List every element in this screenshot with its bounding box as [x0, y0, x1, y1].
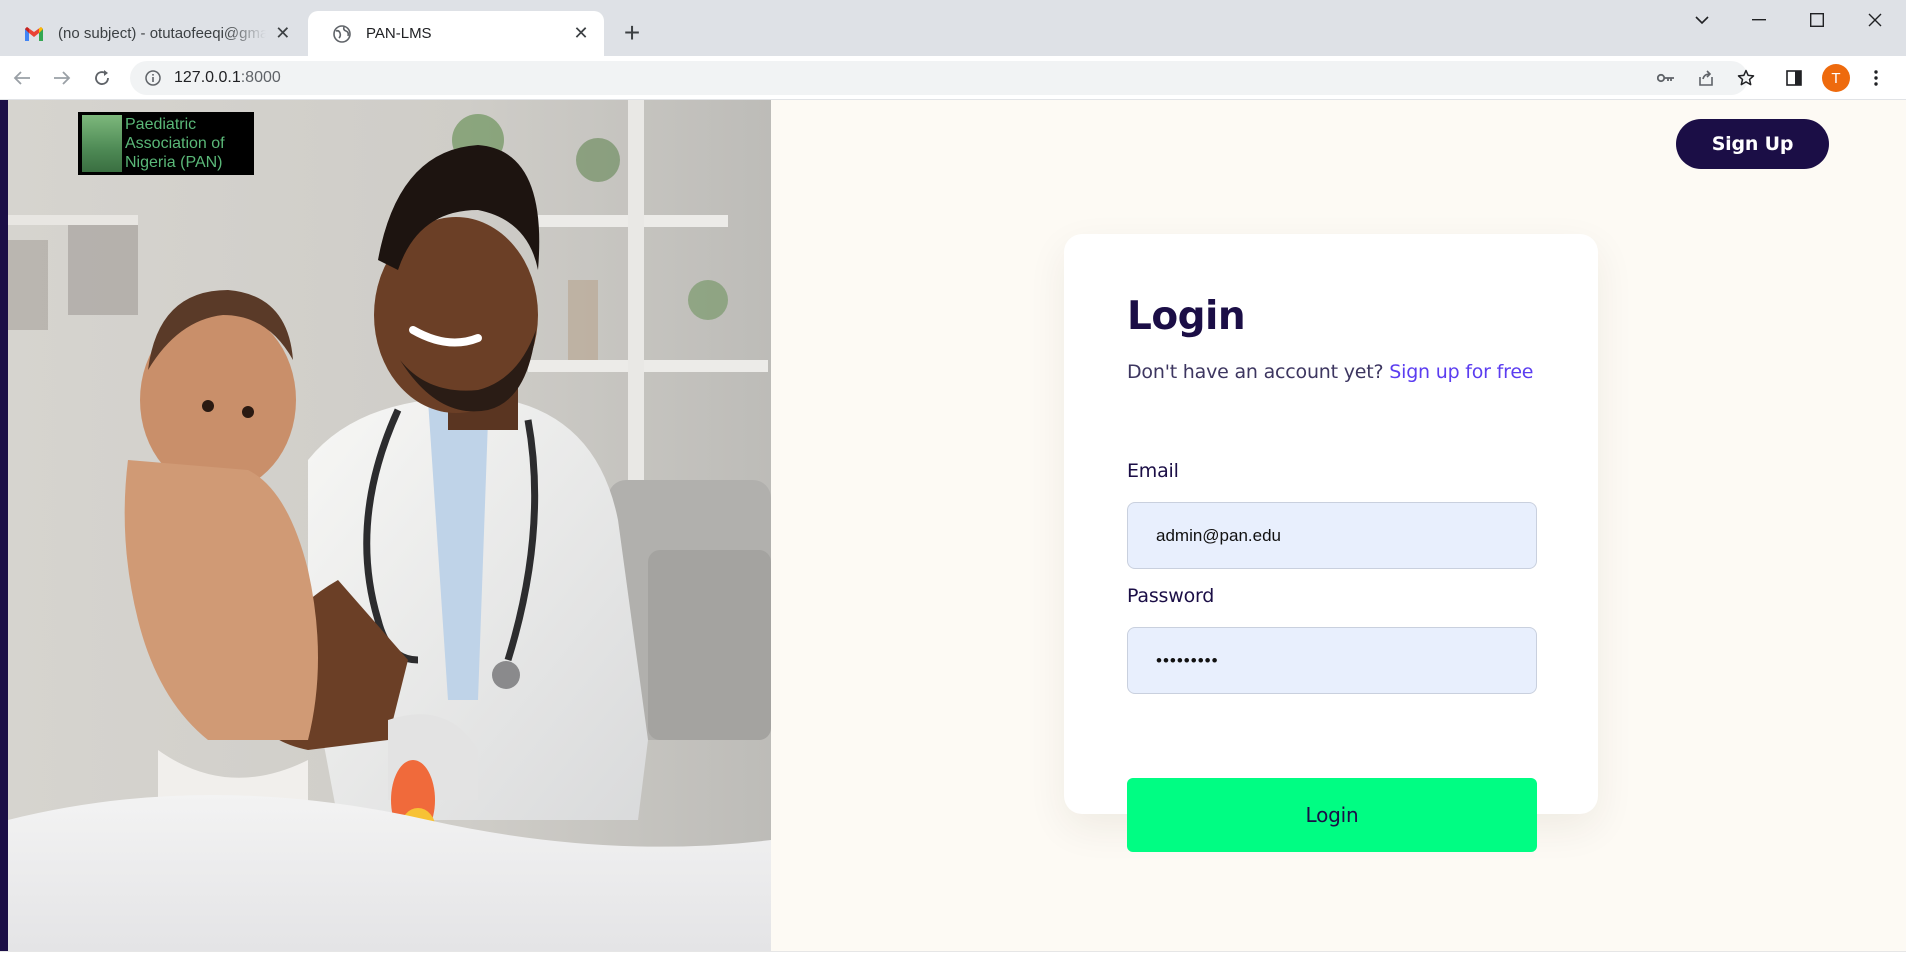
sign-up-free-link[interactable]: Sign up for free [1389, 361, 1533, 383]
address-bar[interactable]: 127.0.0.1:8000 [130, 61, 1748, 95]
browser-toolbar: 127.0.0.1:8000 [0, 56, 1906, 100]
logo-text: Paediatric Association of Nigeria (PAN) [125, 115, 225, 172]
email-field[interactable] [1127, 502, 1537, 569]
signup-prompt: Don't have an account yet? Sign up for f… [1127, 361, 1534, 383]
url-text: 127.0.0.1:8000 [174, 69, 281, 87]
login-button[interactable]: Login [1127, 778, 1537, 852]
bottom-edge [0, 951, 1906, 960]
password-label: Password [1127, 585, 1215, 607]
login-title: Login [1127, 294, 1246, 339]
forward-arrow-icon[interactable] [46, 62, 78, 94]
login-page: Paediatric Association of Nigeria (PAN) … [0, 100, 1906, 951]
minimize-window-icon[interactable] [1730, 0, 1788, 40]
logo-line: Nigeria (PAN) [125, 154, 223, 171]
back-arrow-icon[interactable] [6, 62, 38, 94]
left-edge-bar [0, 100, 8, 951]
logo-emblem-icon [82, 115, 122, 172]
close-tab-icon[interactable]: ✕ [274, 23, 292, 45]
hero-illustration [8, 100, 771, 951]
email-label: Email [1127, 460, 1179, 482]
logo-line: Association of [125, 135, 225, 152]
browser-tab-pan-lms[interactable]: PAN-LMS ✕ [308, 11, 604, 56]
browser-tab-gmail[interactable]: (no subject) - otutaofeeqi@gmail.com ✕ [0, 11, 304, 56]
globe-icon [332, 24, 352, 44]
close-tab-icon[interactable]: ✕ [570, 23, 592, 45]
hero-image-doctor-with-baby: Paediatric Association of Nigeria (PAN) [8, 100, 771, 951]
url-port: :8000 [240, 69, 281, 86]
close-window-icon[interactable] [1846, 0, 1904, 40]
reload-icon[interactable] [86, 62, 118, 94]
logo-line: Paediatric [125, 116, 197, 133]
profile-avatar[interactable]: T [1822, 64, 1850, 92]
new-tab-button[interactable]: + [616, 17, 648, 49]
browser-tabstrip: (no subject) - otutaofeeqi@gmail.com ✕ P… [0, 0, 1906, 56]
bookmark-star-icon[interactable] [1730, 62, 1762, 94]
pan-logo: Paediatric Association of Nigeria (PAN) [78, 112, 254, 175]
kebab-menu-icon[interactable] [1860, 62, 1892, 94]
tab-title: (no subject) - otutaofeeqi@gmail.com [58, 25, 266, 42]
side-panel-icon[interactable] [1778, 62, 1810, 94]
tab-search-icon[interactable] [1673, 0, 1731, 40]
maximize-window-icon[interactable] [1788, 0, 1846, 40]
signup-prompt-text: Don't have an account yet? [1127, 361, 1384, 383]
key-icon[interactable] [1650, 62, 1682, 94]
password-field[interactable] [1127, 627, 1537, 694]
url-host: 127.0.0.1 [174, 69, 241, 86]
share-icon[interactable] [1690, 62, 1722, 94]
tab-title: PAN-LMS [366, 25, 432, 42]
gmail-icon [24, 24, 44, 44]
sign-up-button[interactable]: Sign Up [1676, 119, 1829, 169]
login-card: Login Don't have an account yet? Sign up… [1064, 234, 1598, 852]
site-info-icon[interactable] [144, 69, 162, 87]
